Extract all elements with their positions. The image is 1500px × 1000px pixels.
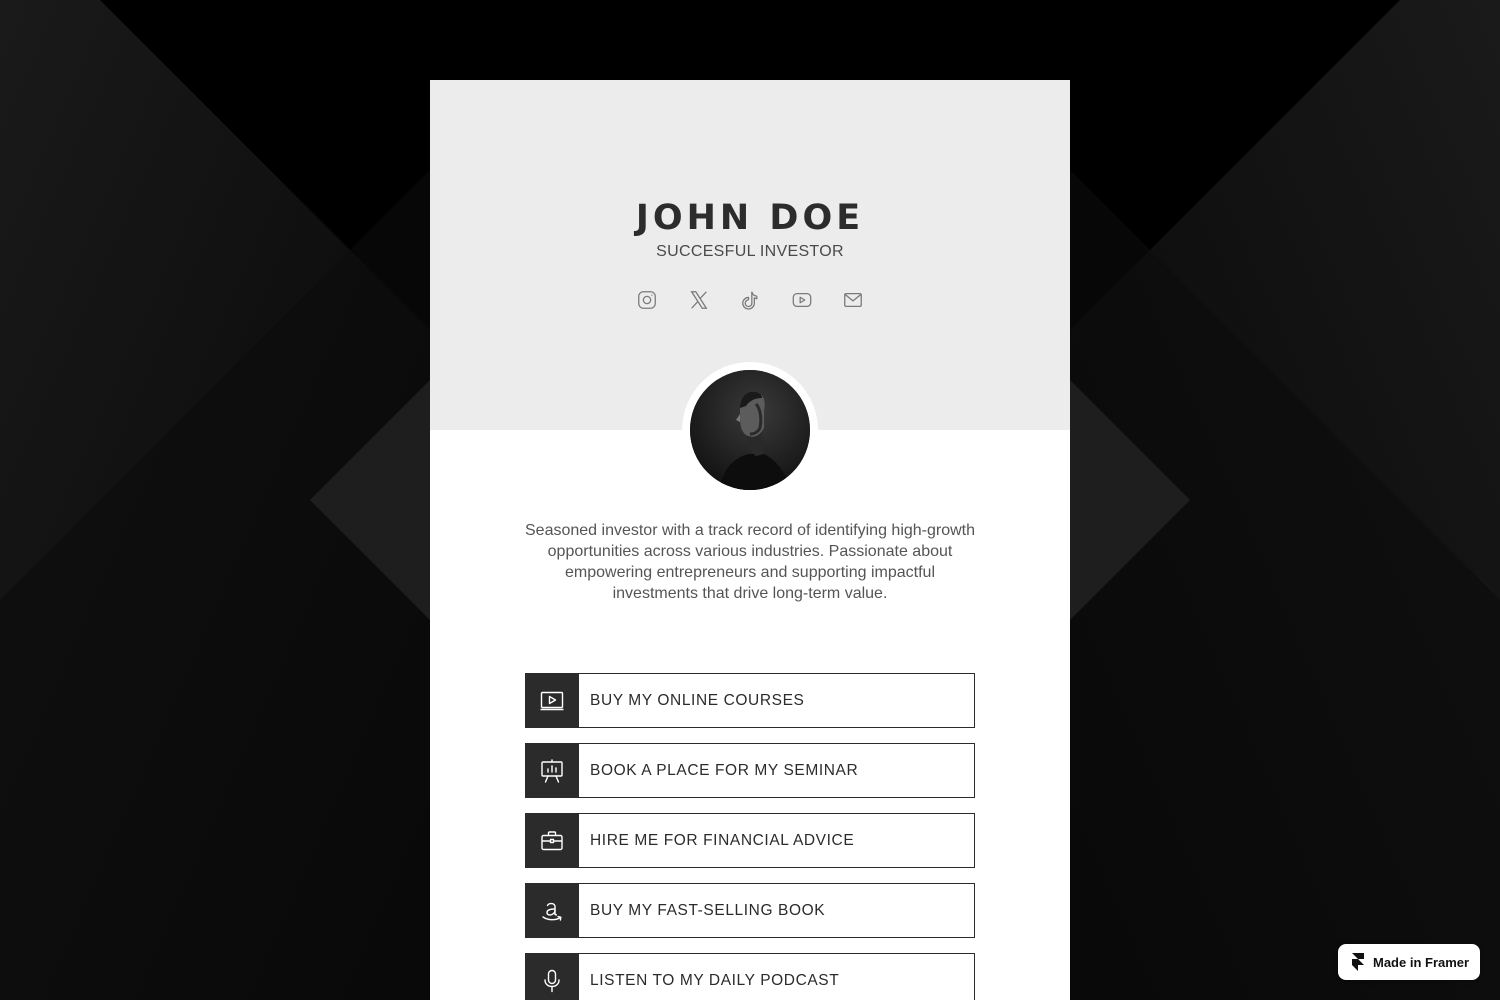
profile-title: SUCCESFUL INVESTOR: [656, 243, 844, 260]
link-online-courses-button[interactable]: BUY MY ONLINE COURSES: [525, 673, 975, 728]
presentation-icon: [525, 743, 579, 798]
link-label: BUY MY FAST-SELLING BOOK: [590, 901, 826, 919]
framer-logo-icon: [1352, 953, 1364, 971]
social-links: [635, 288, 865, 312]
link-list: BUY MY ONLINE COURSES BOOK A PLACE FOR M…: [525, 673, 975, 1000]
video-course-icon: [525, 673, 579, 728]
link-label: LISTEN TO MY DAILY PODCAST: [590, 971, 840, 989]
link-financial-advice-button[interactable]: HIRE ME FOR FINANCIAL ADVICE: [525, 813, 975, 868]
avatar: [690, 370, 810, 490]
link-seminar-button[interactable]: BOOK A PLACE FOR MY SEMINAR: [525, 743, 975, 798]
link-podcast-button[interactable]: LISTEN TO MY DAILY PODCAST: [525, 953, 975, 1000]
badge-label: Made in Framer: [1373, 954, 1470, 970]
made-in-framer-badge[interactable]: Made in Framer: [1338, 944, 1480, 980]
x-twitter-icon[interactable]: [687, 288, 711, 312]
portrait-image: [690, 370, 810, 490]
youtube-icon[interactable]: [790, 288, 814, 312]
link-label: BUY MY ONLINE COURSES: [590, 691, 805, 709]
profile-bio: Seasoned investor with a track record of…: [525, 522, 976, 602]
email-icon[interactable]: [841, 288, 865, 312]
profile-name: JOHN DOE: [635, 198, 865, 238]
instagram-icon[interactable]: [635, 288, 659, 312]
tiktok-icon[interactable]: [738, 288, 762, 312]
amazon-icon: [525, 883, 579, 938]
link-label: BOOK A PLACE FOR MY SEMINAR: [590, 761, 859, 779]
link-label: HIRE ME FOR FINANCIAL ADVICE: [590, 831, 855, 849]
profile-card: JOHN DOE SUCCESFUL INVESTOR Seasoned inv…: [430, 80, 1070, 1000]
briefcase-icon: [525, 813, 579, 868]
link-book-button[interactable]: BUY MY FAST-SELLING BOOK: [525, 883, 975, 938]
microphone-icon: [525, 953, 579, 1000]
